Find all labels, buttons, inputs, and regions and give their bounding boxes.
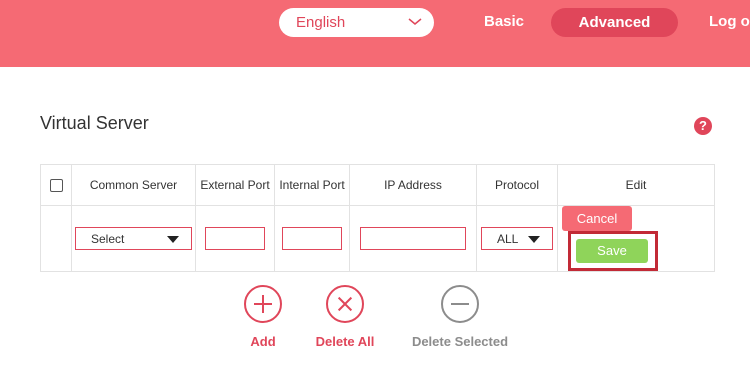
table-row: Select ALL Cancel Save: [40, 205, 715, 272]
row-checkbox-cell: [40, 205, 72, 272]
table-header-row: Common Server External Port Internal Por…: [40, 164, 715, 206]
column-header: Protocol: [476, 164, 558, 206]
nav-logout[interactable]: Log ou: [709, 13, 750, 30]
external-port-input[interactable]: [205, 227, 265, 250]
save-button[interactable]: Save: [576, 239, 648, 263]
column-header: External Port: [195, 164, 275, 206]
common-server-cell: Select: [71, 205, 196, 272]
internal-port-input[interactable]: [282, 227, 342, 250]
column-header: Common Server: [71, 164, 196, 206]
dropdown-arrow-icon: [167, 236, 179, 243]
delete-selected-button[interactable]: Delete Selected: [402, 285, 518, 349]
ip-address-cell: [349, 205, 477, 272]
cancel-button[interactable]: Cancel: [562, 206, 632, 231]
protocol-cell: ALL: [476, 205, 558, 272]
column-header: Edit: [557, 164, 715, 206]
nav-advanced[interactable]: Advanced: [551, 8, 678, 37]
language-select[interactable]: English: [279, 8, 434, 37]
select-all-checkbox[interactable]: [49, 179, 63, 193]
column-header: Internal Port: [274, 164, 350, 206]
language-selected: English: [296, 14, 346, 31]
chevron-down-icon: [408, 18, 422, 25]
external-port-cell: [195, 205, 275, 272]
common-server-select[interactable]: Select: [75, 227, 192, 250]
page-title: Virtual Server: [40, 113, 149, 133]
protocol-select[interactable]: ALL: [481, 227, 553, 250]
help-icon[interactable]: ?: [694, 117, 712, 135]
plus-circle-icon: [244, 285, 282, 323]
delete-selected-label: Delete Selected: [411, 334, 509, 349]
column-header: IP Address: [349, 164, 477, 206]
add-label: Add: [250, 334, 276, 349]
edit-cell: Cancel Save: [557, 205, 715, 272]
common-server-value: Select: [91, 232, 125, 246]
top-header: English Basic Advanced Log ou: [0, 0, 750, 67]
virtual-server-table: Common Server External Port Internal Por…: [40, 164, 715, 272]
protocol-value: ALL: [497, 232, 519, 246]
ip-address-input[interactable]: [360, 227, 466, 250]
dropdown-arrow-icon: [528, 236, 540, 243]
x-circle-icon: [326, 285, 364, 323]
internal-port-cell: [274, 205, 350, 272]
add-button[interactable]: Add: [233, 285, 293, 349]
delete-all-label: Delete All: [315, 334, 375, 349]
select-all-cell: [40, 164, 72, 206]
nav-basic[interactable]: Basic: [484, 13, 524, 30]
delete-all-button[interactable]: Delete All: [305, 285, 385, 349]
save-highlight-box: Save: [568, 231, 658, 271]
minus-circle-icon: [441, 285, 479, 323]
